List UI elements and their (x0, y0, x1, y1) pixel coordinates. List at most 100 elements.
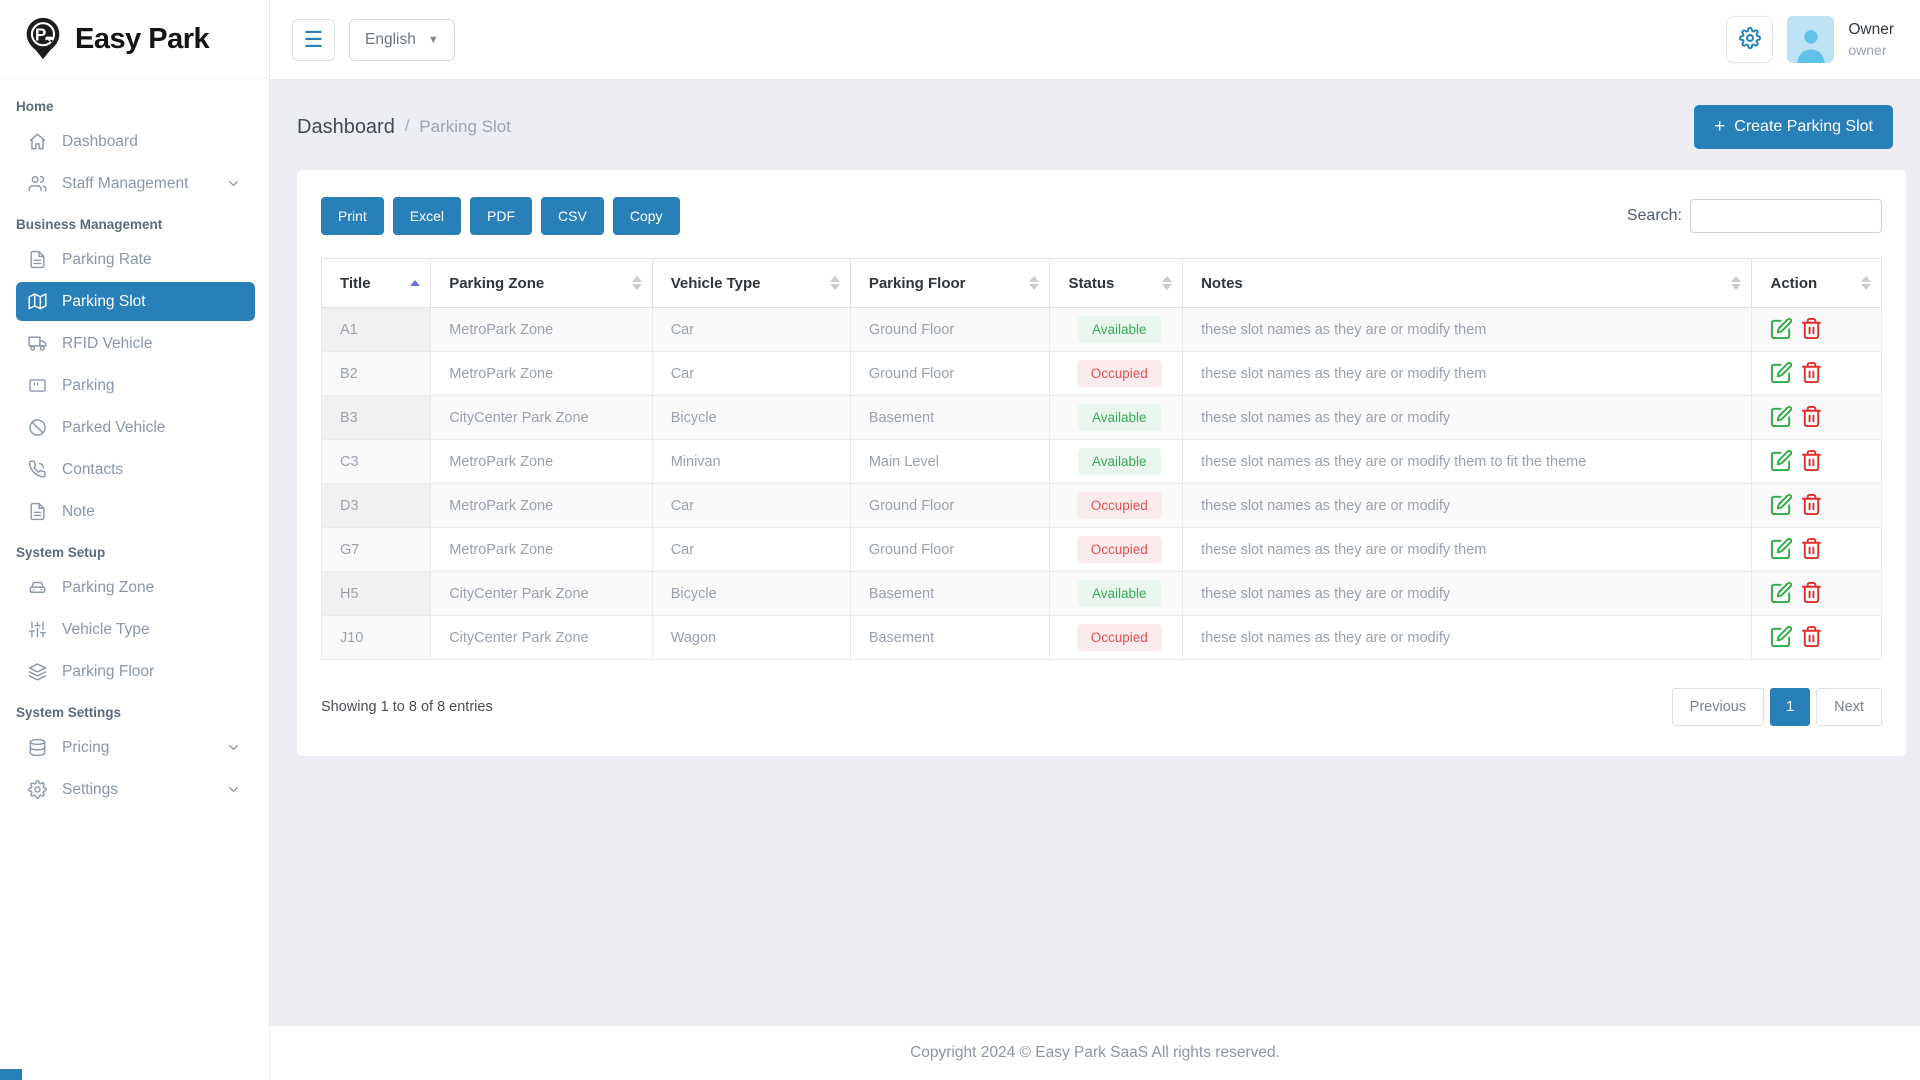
gear-icon (28, 780, 47, 799)
chevron-down-icon (226, 740, 241, 755)
cell-action (1752, 572, 1882, 616)
copy-button[interactable]: Copy (613, 197, 680, 235)
edit-button[interactable] (1770, 493, 1793, 519)
cell-status: Occupied (1050, 484, 1183, 528)
edit-button[interactable] (1770, 405, 1793, 431)
column-header-action[interactable]: Action (1752, 259, 1882, 308)
user-block[interactable]: Owner owner (1848, 20, 1894, 60)
cell-status: Occupied (1050, 528, 1183, 572)
column-header-title[interactable]: Title (322, 259, 431, 308)
copyright-text: Copyright 2024 © Easy Park SaaS All righ… (910, 1044, 1280, 1062)
search-input[interactable] (1690, 199, 1882, 233)
column-header-notes[interactable]: Notes (1183, 259, 1752, 308)
status-badge: Available (1078, 404, 1161, 431)
corner-accent (0, 1069, 22, 1080)
brand-name: Easy Park (75, 23, 209, 56)
sidebar-item-settings[interactable]: Settings (16, 770, 255, 809)
excel-button[interactable]: Excel (393, 197, 461, 235)
sidebar-item-parking-zone[interactable]: Parking Zone (16, 568, 255, 607)
language-dropdown[interactable]: English ▼ (349, 19, 455, 61)
brand-logo[interactable]: P Easy Park (0, 0, 269, 79)
sidebar-item-pricing[interactable]: Pricing (16, 728, 255, 767)
sidebar: P Easy Park Home DashboardStaff Managemen… (0, 0, 270, 1080)
sort-both-icon (1861, 276, 1871, 290)
delete-button[interactable] (1800, 317, 1823, 343)
entries-summary: Showing 1 to 8 of 8 entries (321, 699, 493, 715)
column-header-parking-zone[interactable]: Parking Zone (431, 259, 653, 308)
language-value: English (365, 31, 416, 49)
phone-icon (28, 460, 47, 479)
page-1-button[interactable]: 1 (1770, 688, 1810, 726)
hamburger-icon: ☰ (304, 27, 324, 53)
print-button[interactable]: Print (321, 197, 384, 235)
delete-button[interactable] (1800, 581, 1823, 607)
cell-vehicle: Wagon (652, 616, 850, 660)
sort-asc-icon (410, 280, 420, 286)
sidebar-item-rfid-vehicle[interactable]: RFID Vehicle (16, 324, 255, 363)
sidebar-item-note[interactable]: Note (16, 492, 255, 531)
chevron-down-icon (226, 782, 241, 797)
sidebar-item-vehicle-type[interactable]: Vehicle Type (16, 610, 255, 649)
create-parking-slot-button[interactable]: + Create Parking Slot (1694, 105, 1893, 149)
cell-title: B2 (322, 352, 431, 396)
table-row-d3: D3MetroPark ZoneCarGround FloorOccupiedt… (322, 484, 1882, 528)
cell-status: Available (1050, 572, 1183, 616)
sidebar-item-parking-slot[interactable]: Parking Slot (16, 282, 255, 321)
sliders-icon (28, 620, 47, 639)
sidebar-item-dashboard[interactable]: Dashboard (16, 122, 255, 161)
next-page-button[interactable]: Next (1816, 688, 1882, 726)
settings-button[interactable] (1726, 16, 1773, 63)
ban-icon (28, 418, 47, 437)
previous-page-button[interactable]: Previous (1672, 688, 1764, 726)
table-row-j10: J10CityCenter Park ZoneWagonBasementOccu… (322, 616, 1882, 660)
sidebar-item-contacts[interactable]: Contacts (16, 450, 255, 489)
column-header-parking-floor[interactable]: Parking Floor (850, 259, 1050, 308)
sidebar-item-parking-floor[interactable]: Parking Floor (16, 652, 255, 691)
pdf-button[interactable]: PDF (470, 197, 532, 235)
sidebar-item-parking-rate[interactable]: Parking Rate (16, 240, 255, 279)
topbar: ☰ English ▼ Owner owner (270, 0, 1920, 79)
delete-button[interactable] (1800, 493, 1823, 519)
table-body: A1MetroPark ZoneCarGround FloorAvailable… (322, 308, 1882, 660)
cell-status: Available (1050, 440, 1183, 484)
pagination: Previous 1 Next (1672, 688, 1882, 726)
delete-button[interactable] (1800, 361, 1823, 387)
edit-button[interactable] (1770, 537, 1793, 563)
search-wrap: Search: (1627, 199, 1882, 233)
column-header-vehicle-type[interactable]: Vehicle Type (652, 259, 850, 308)
table-row-a1: A1MetroPark ZoneCarGround FloorAvailable… (322, 308, 1882, 352)
sidebar-item-label: Settings (62, 781, 118, 799)
edit-button[interactable] (1770, 317, 1793, 343)
cell-action (1752, 616, 1882, 660)
edit-button[interactable] (1770, 581, 1793, 607)
delete-button[interactable] (1800, 449, 1823, 475)
cell-zone: CityCenter Park Zone (431, 572, 653, 616)
cell-vehicle: Bicycle (652, 572, 850, 616)
breadcrumb-dashboard[interactable]: Dashboard (297, 116, 395, 139)
sidebar-item-parking[interactable]: Parking (16, 366, 255, 405)
column-header-status[interactable]: Status (1050, 259, 1183, 308)
nav-section-home: Home (16, 99, 269, 114)
delete-button[interactable] (1800, 625, 1823, 651)
hamburger-button[interactable]: ☰ (292, 19, 335, 61)
user-avatar[interactable] (1787, 16, 1834, 63)
cell-action (1752, 352, 1882, 396)
csv-button[interactable]: CSV (541, 197, 604, 235)
cell-zone: MetroPark Zone (431, 440, 653, 484)
cell-status: Available (1050, 396, 1183, 440)
sidebar-item-label: Parking Floor (62, 663, 154, 681)
sidebar-item-staff-management[interactable]: Staff Management (16, 164, 255, 203)
edit-button[interactable] (1770, 361, 1793, 387)
delete-button[interactable] (1800, 405, 1823, 431)
delete-button[interactable] (1800, 537, 1823, 563)
sidebar-item-parked-vehicle[interactable]: Parked Vehicle (16, 408, 255, 447)
breadcrumb-row: Dashboard / Parking Slot + Create Parkin… (270, 79, 1920, 149)
cell-zone: MetroPark Zone (431, 484, 653, 528)
cell-vehicle: Car (652, 484, 850, 528)
edit-button[interactable] (1770, 625, 1793, 651)
brand-pin-icon: P (20, 16, 66, 62)
header-row: TitleParking ZoneVehicle TypeParking Flo… (322, 259, 1882, 308)
cell-title: J10 (322, 616, 431, 660)
edit-button[interactable] (1770, 449, 1793, 475)
cell-action (1752, 528, 1882, 572)
